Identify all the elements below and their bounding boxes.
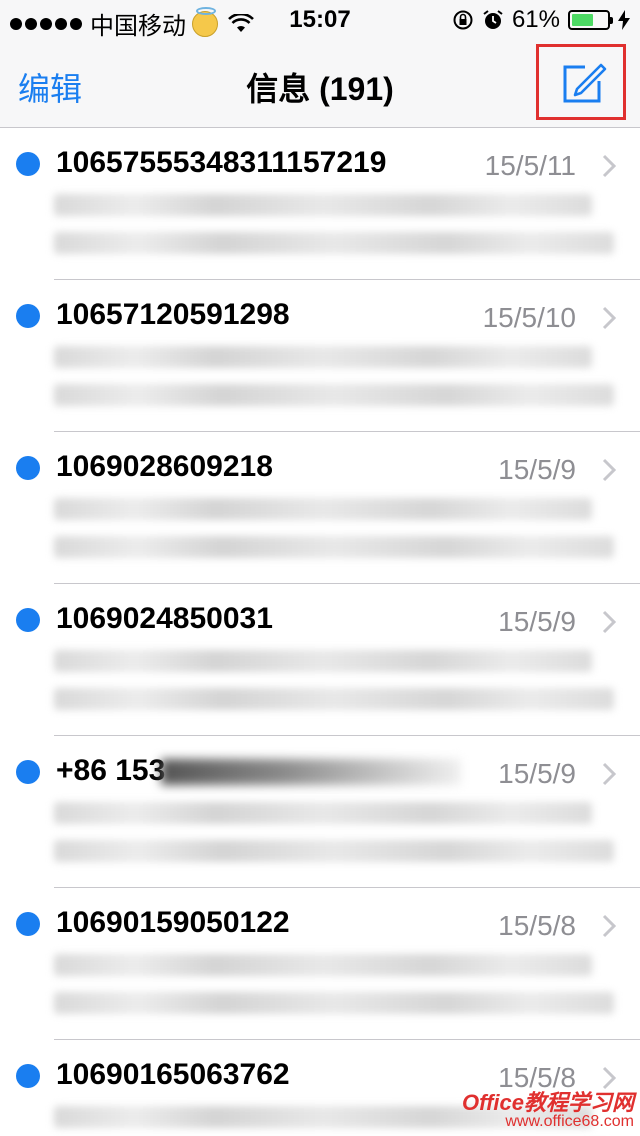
message-date: 15/5/10 [482, 302, 576, 333]
preview-blur-line [54, 346, 592, 368]
chevron-right-icon [602, 1066, 616, 1090]
unread-dot-icon [16, 912, 40, 936]
battery-percent: 61% [511, 6, 560, 33]
message-date: 15/5/9 [498, 758, 576, 789]
message-sender: 10690159050122 [56, 906, 290, 940]
watermark-logo: Office教程学习网 www.office68.com [462, 1092, 634, 1130]
message-date: 15/5/8 [498, 910, 576, 941]
message-row[interactable]: +86 153 15/5/9 [0, 736, 640, 888]
preview-blur-line [54, 954, 592, 976]
preview-blur-line [54, 650, 592, 672]
message-preview-blurred [54, 194, 614, 266]
watermark-sub: www.office68.com [505, 1113, 634, 1130]
message-sender-text: 10690165063762 [56, 1058, 290, 1091]
unread-dot-icon [16, 1064, 40, 1088]
message-row[interactable]: 1069028609218 15/5/9 [0, 432, 640, 584]
alarm-icon [483, 10, 503, 29]
preview-blur-line [54, 840, 614, 862]
status-right: 61% [452, 6, 630, 34]
redacted-sender-blur [161, 759, 462, 786]
message-sender: 1069024850031 [56, 602, 273, 636]
charging-bolt-icon [618, 10, 630, 30]
message-row[interactable]: 10657555348311157219 15/5/11 [0, 128, 640, 280]
chevron-right-icon [602, 306, 616, 330]
unread-dot-icon [16, 304, 40, 328]
status-bar: 中国移动 15:07 61% [0, 0, 640, 40]
unread-dot-icon [16, 608, 40, 632]
preview-blur-line [54, 384, 614, 406]
message-preview-blurred [54, 954, 614, 1026]
battery-fill [572, 14, 593, 26]
message-sender: +86 153 [56, 754, 462, 788]
message-date: 15/5/11 [484, 150, 576, 181]
preview-blur-line [54, 688, 614, 710]
unread-dot-icon [16, 760, 40, 784]
chevron-right-icon [602, 914, 616, 938]
preview-blur-line [54, 232, 614, 254]
chevron-right-icon [602, 762, 616, 786]
message-list[interactable]: 10657555348311157219 15/5/11 1065712059129… [0, 128, 640, 1136]
message-sender-text: 1069024850031 [56, 602, 273, 635]
preview-blur-line [54, 536, 614, 558]
message-preview-blurred [54, 346, 614, 418]
rotation-lock-icon [453, 10, 473, 30]
message-sender-text: 10690159050122 [56, 906, 290, 939]
chevron-right-icon [602, 458, 616, 482]
message-row[interactable]: 10690159050122 15/5/8 [0, 888, 640, 1040]
message-sender-text: 10657555348311157219 [56, 146, 387, 179]
message-preview-blurred [54, 498, 614, 570]
compose-icon [563, 63, 607, 103]
message-sender: 1069028609218 [56, 450, 273, 484]
message-sender: 10657555348311157219 [56, 146, 386, 180]
message-sender-text: 1069028609218 [56, 450, 273, 483]
battery-icon [568, 10, 613, 30]
nav-bar: 编辑 信息 (191) [0, 40, 640, 128]
message-preview-blurred [54, 802, 614, 874]
preview-blur-line [54, 194, 592, 216]
message-date: 15/5/9 [498, 454, 576, 485]
unread-dot-icon [16, 456, 40, 480]
unread-dot-icon [16, 152, 40, 176]
preview-blur-line [54, 802, 592, 824]
watermark-main: Office教程学习网 [462, 1090, 634, 1115]
message-sender-text: 10657120591298 [56, 298, 290, 331]
chevron-right-icon [602, 610, 616, 634]
message-row[interactable]: 1069024850031 15/5/9 [0, 584, 640, 736]
message-preview-blurred [54, 650, 614, 722]
preview-blur-line [54, 992, 614, 1014]
preview-blur-line [54, 498, 592, 520]
message-sender-text: +86 153 [56, 754, 166, 787]
message-row[interactable]: 10657120591298 15/5/10 [0, 280, 640, 432]
chevron-right-icon [602, 154, 616, 178]
message-sender: 10690165063762 [56, 1058, 290, 1092]
message-date: 15/5/9 [498, 606, 576, 637]
message-sender: 10657120591298 [56, 298, 290, 332]
compose-button[interactable] [536, 44, 626, 120]
